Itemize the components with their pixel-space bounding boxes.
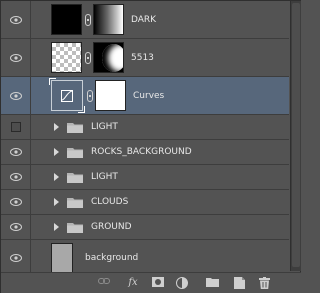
- layers-list: DARK 5513 Curves LIGHT ROCKS_BACKGROUND …: [1, 1, 289, 277]
- layer-row-dark[interactable]: DARK: [1, 1, 289, 39]
- visibility-off-box[interactable]: [11, 122, 21, 132]
- fx-icon[interactable]: fx: [126, 276, 140, 290]
- group-row-clouds[interactable]: CLOUDS: [1, 190, 289, 215]
- mask-link-icon[interactable]: [87, 89, 93, 102]
- vertical-scrollbar[interactable]: [290, 1, 301, 271]
- adjustment-thumbnail[interactable]: [49, 78, 85, 113]
- mask-link-icon[interactable]: [85, 51, 91, 64]
- layer-row-5513[interactable]: 5513: [1, 39, 289, 77]
- eye-icon[interactable]: [10, 53, 22, 62]
- expand-arrow-icon[interactable]: [54, 223, 59, 231]
- eye-icon[interactable]: [10, 223, 22, 231]
- visibility-cell[interactable]: [1, 140, 31, 164]
- folder-icon: [67, 222, 83, 233]
- expand-arrow-icon[interactable]: [54, 198, 59, 206]
- group-row-ground[interactable]: GROUND: [1, 215, 289, 240]
- layer-name[interactable]: background: [85, 253, 138, 263]
- mask-link-icon[interactable]: [85, 13, 91, 26]
- folder-icon: [67, 197, 83, 208]
- add-mask-icon[interactable]: [151, 276, 165, 290]
- group-row-light[interactable]: LIGHT: [1, 165, 289, 190]
- layer-name[interactable]: CLOUDS: [91, 197, 128, 207]
- eye-icon[interactable]: [10, 254, 22, 262]
- layer-row-curves[interactable]: Curves: [1, 77, 289, 115]
- eye-icon[interactable]: [10, 15, 22, 24]
- curves-icon: [61, 90, 73, 102]
- visibility-cell[interactable]: [1, 39, 31, 76]
- visibility-cell[interactable]: [1, 77, 31, 114]
- layer-name[interactable]: LIGHT: [91, 172, 118, 182]
- folder-icon: [67, 122, 83, 133]
- folder-icon: [67, 172, 83, 183]
- visibility-cell[interactable]: [1, 215, 31, 239]
- visibility-cell[interactable]: [1, 115, 31, 139]
- expand-arrow-icon[interactable]: [54, 123, 59, 131]
- layer-name[interactable]: LIGHT: [91, 122, 118, 132]
- trash-icon[interactable]: [257, 276, 271, 290]
- new-group-icon[interactable]: [205, 276, 219, 290]
- layer-name[interactable]: Curves: [133, 91, 164, 101]
- layer-name[interactable]: ROCKS_BACKGROUND: [91, 147, 192, 157]
- visibility-cell[interactable]: [1, 165, 31, 189]
- layer-mask-thumbnail[interactable]: [93, 4, 124, 35]
- layer-thumbnail[interactable]: [51, 4, 82, 35]
- layers-panel: DARK 5513 Curves LIGHT ROCKS_BACKGROUND …: [0, 0, 301, 293]
- expand-arrow-icon[interactable]: [54, 173, 59, 181]
- layer-thumbnail[interactable]: [51, 243, 73, 273]
- scrollbar-thumb[interactable]: [292, 3, 300, 267]
- layer-name[interactable]: DARK: [131, 15, 156, 25]
- eye-icon[interactable]: [10, 148, 22, 156]
- new-layer-icon[interactable]: [232, 276, 246, 290]
- layer-name[interactable]: 5513: [131, 53, 154, 63]
- expand-arrow-icon[interactable]: [54, 148, 59, 156]
- layer-mask-thumbnail[interactable]: [95, 80, 126, 111]
- eye-icon[interactable]: [10, 173, 22, 181]
- eye-icon[interactable]: [10, 198, 22, 206]
- visibility-cell[interactable]: [1, 240, 31, 276]
- link-layers-icon[interactable]: [97, 276, 111, 290]
- group-row-light-hidden[interactable]: LIGHT: [1, 115, 289, 140]
- layers-toolbar: fx: [1, 272, 301, 293]
- folder-icon: [67, 147, 83, 158]
- group-row-rocks-background[interactable]: ROCKS_BACKGROUND: [1, 140, 289, 165]
- layer-name[interactable]: GROUND: [91, 222, 132, 232]
- eye-icon[interactable]: [10, 91, 22, 100]
- visibility-cell[interactable]: [1, 190, 31, 214]
- layer-thumbnail[interactable]: [51, 42, 82, 73]
- adjustment-icon[interactable]: [175, 276, 189, 290]
- visibility-cell[interactable]: [1, 1, 31, 38]
- layer-mask-thumbnail[interactable]: [93, 42, 124, 73]
